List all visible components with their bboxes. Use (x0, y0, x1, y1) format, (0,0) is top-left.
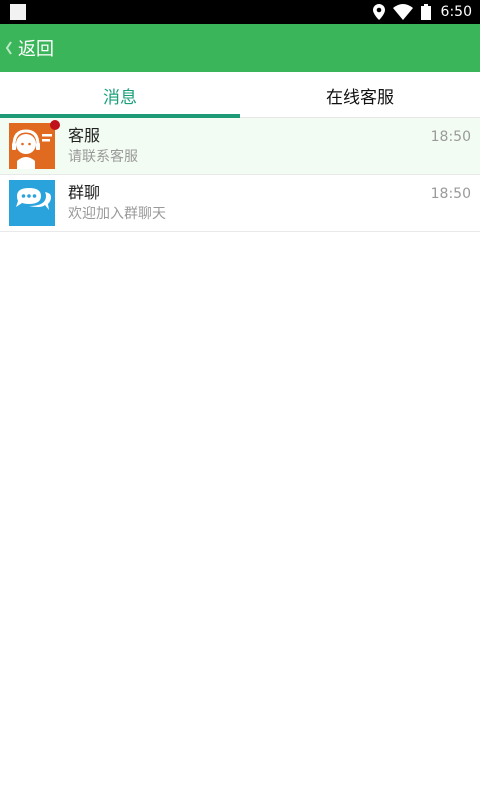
tab-online-service[interactable]: 在线客服 (240, 72, 480, 118)
status-icons: 6:50 (372, 0, 472, 24)
conversation-subtitle: 欢迎加入群聊天 (68, 206, 166, 222)
tab-messages-label: 消息 (103, 87, 137, 108)
back-button[interactable]: 返回 (0, 24, 54, 72)
tab-online-service-label: 在线客服 (326, 87, 394, 108)
conversation-time: 18:50 (430, 129, 471, 145)
battery-icon (420, 4, 431, 20)
customer-service-icon (9, 120, 60, 169)
unread-badge (50, 120, 60, 130)
conversation-title: 客服 (68, 126, 101, 145)
chevron-left-icon (5, 41, 12, 55)
conversation-time: 18:50 (430, 186, 471, 202)
conversation-title: 群聊 (68, 183, 101, 202)
tab-bar: 消息 在线客服 (0, 72, 480, 118)
status-time: 6:50 (440, 4, 472, 20)
app-bar: 返回 (0, 24, 480, 72)
location-icon (372, 4, 385, 20)
list-item-group-chat[interactable]: 群聊 欢迎加入群聊天 18:50 (0, 175, 480, 232)
notification-square-icon (10, 4, 26, 20)
status-bar: 6:50 (0, 0, 480, 24)
tab-messages[interactable]: 消息 (0, 72, 240, 118)
group-chat-icon (9, 180, 55, 226)
back-label: 返回 (18, 39, 54, 60)
wifi-icon (392, 4, 413, 20)
conversation-list: 客服 请联系客服 18:50 群聊 欢迎加入群聊天 18:50 (0, 118, 480, 232)
conversation-subtitle: 请联系客服 (68, 149, 138, 165)
list-item-customer-service[interactable]: 客服 请联系客服 18:50 (0, 118, 480, 175)
